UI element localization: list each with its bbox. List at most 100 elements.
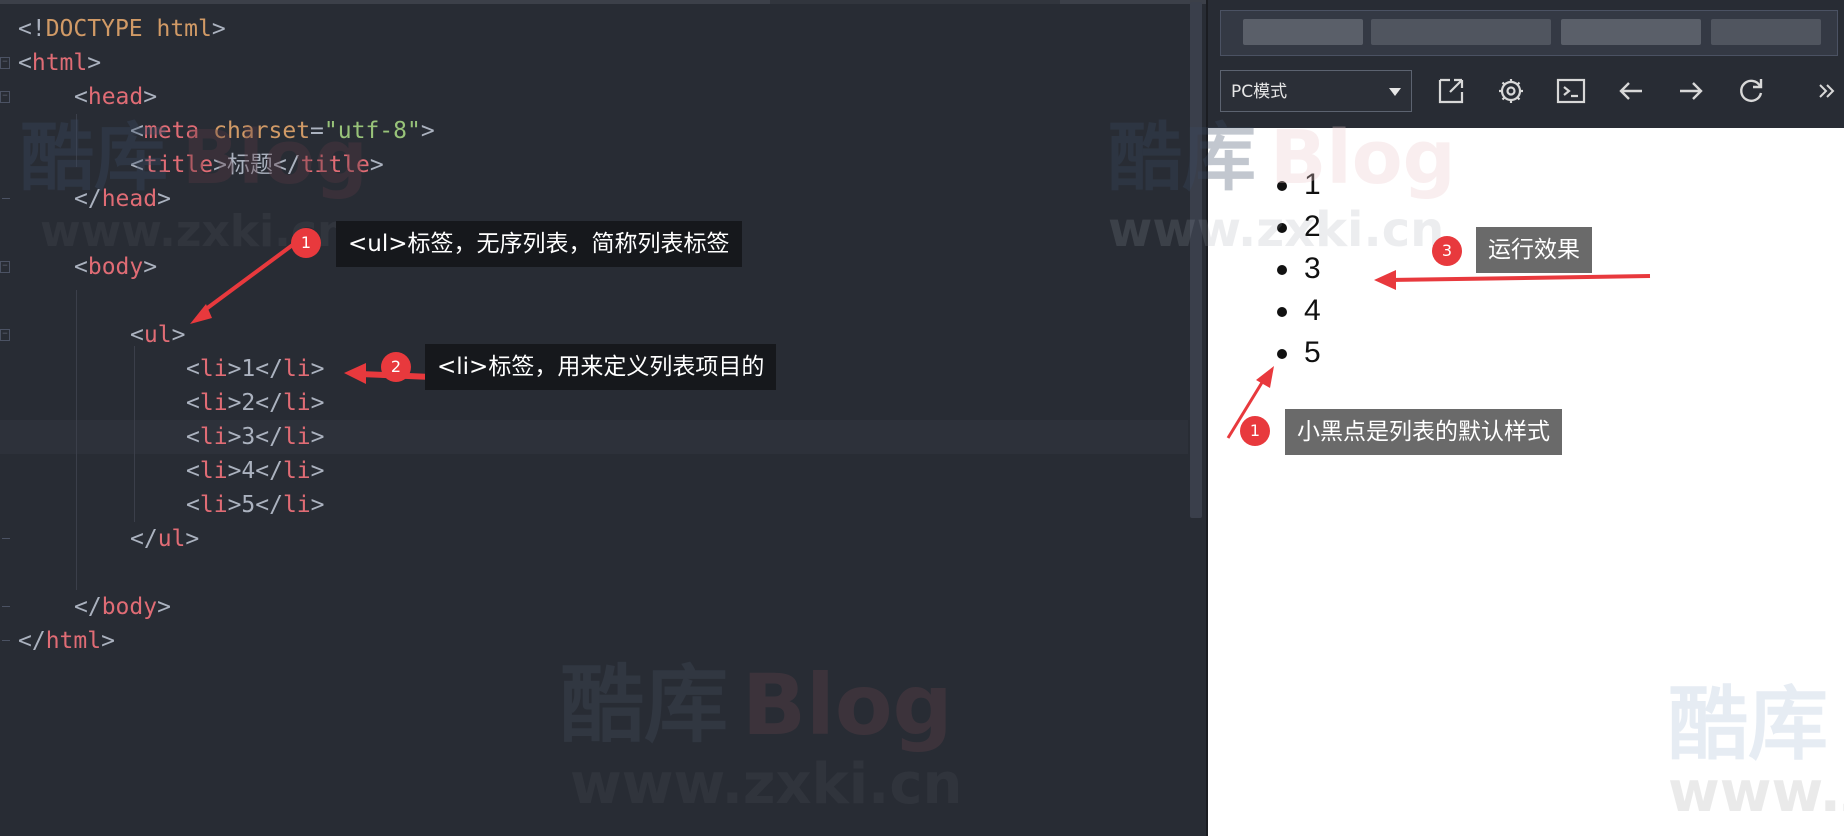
code-token: "utf-8" bbox=[323, 118, 421, 144]
code-token: li bbox=[282, 424, 311, 450]
code-token: = bbox=[310, 118, 324, 144]
code-token: >2</ bbox=[227, 390, 283, 416]
code-line[interactable]: <meta charset="utf-8"> bbox=[0, 114, 1188, 148]
code-line[interactable]: − <head> bbox=[0, 80, 1188, 114]
code-line[interactable]: <li>3</li> bbox=[0, 420, 1188, 454]
code-token: < bbox=[74, 254, 88, 280]
code-token: body bbox=[101, 594, 158, 620]
chevron-down-icon bbox=[1389, 88, 1401, 96]
fold-toggle-icon[interactable]: − bbox=[0, 329, 10, 341]
code-text: <meta charset="utf-8"> bbox=[130, 114, 435, 148]
annotation-badge-3: 3 bbox=[1432, 236, 1462, 266]
expand-icon[interactable] bbox=[1436, 76, 1466, 106]
code-token: head bbox=[101, 186, 158, 212]
code-token: < bbox=[186, 424, 200, 450]
code-token: > bbox=[310, 492, 325, 518]
code-token: >标题</ bbox=[213, 152, 301, 178]
code-token: > bbox=[101, 628, 115, 654]
code-editor[interactable]: <!DOCTYPE html> − <html> − <head> <meta chars… bbox=[0, 0, 1206, 836]
fold-end-marker bbox=[2, 538, 10, 539]
preview-toolbar: PC模式 bbox=[1208, 0, 1844, 128]
code-token: body bbox=[87, 254, 144, 280]
code-token: < bbox=[130, 152, 144, 178]
fold-toggle-icon[interactable]: − bbox=[0, 57, 10, 69]
code-token: </ bbox=[18, 628, 46, 654]
code-token: > bbox=[171, 322, 186, 348]
code-text: <!DOCTYPE html> bbox=[18, 12, 226, 46]
code-token: > bbox=[157, 186, 171, 212]
list-item-text: 5 bbox=[1304, 336, 1321, 369]
fold-toggle-icon[interactable]: − bbox=[0, 261, 10, 273]
forward-arrow-icon[interactable] bbox=[1676, 76, 1706, 106]
bullet-dot bbox=[1277, 265, 1287, 275]
code-token: ul bbox=[143, 322, 172, 348]
code-line[interactable]: </ul> bbox=[0, 522, 1188, 556]
code-text: </head> bbox=[74, 182, 171, 216]
fold-end-marker bbox=[2, 606, 10, 607]
code-line[interactable]: <li>4</li> bbox=[0, 454, 1188, 488]
code-token: li bbox=[199, 492, 228, 518]
code-token: li bbox=[199, 458, 228, 484]
code-token: </ bbox=[130, 526, 158, 552]
code-line[interactable]: <li>5</li> bbox=[0, 488, 1188, 522]
code-token: meta bbox=[143, 118, 200, 144]
code-line[interactable]: </body> bbox=[0, 590, 1188, 624]
code-token: > bbox=[87, 50, 102, 76]
more-chevron-icon[interactable] bbox=[1816, 76, 1838, 106]
back-arrow-icon[interactable] bbox=[1616, 76, 1646, 106]
fold-end-marker bbox=[2, 198, 10, 199]
code-line[interactable] bbox=[0, 284, 1188, 318]
code-text: <li>3</li> bbox=[186, 420, 325, 454]
code-line[interactable]: <li>2</li> bbox=[0, 386, 1188, 420]
bullet-dot bbox=[1277, 307, 1287, 317]
code-line[interactable]: − <html> bbox=[0, 46, 1188, 80]
code-token: html bbox=[45, 628, 102, 654]
code-token: </ bbox=[74, 186, 102, 212]
fold-toggle-icon[interactable]: − bbox=[0, 91, 10, 103]
code-token: li bbox=[282, 458, 311, 484]
code-line[interactable]: </html> bbox=[0, 624, 1188, 658]
code-text: <ul> bbox=[130, 318, 185, 352]
editor-tab-strip bbox=[0, 0, 1206, 4]
url-bar[interactable] bbox=[1220, 10, 1838, 56]
code-token: > bbox=[369, 152, 384, 178]
code-line[interactable]: </head> bbox=[0, 182, 1188, 216]
annotation-callout-result: 运行效果 bbox=[1476, 227, 1592, 273]
code-token: >1</ bbox=[227, 356, 283, 382]
code-text: <li>2</li> bbox=[186, 386, 325, 420]
code-token: li bbox=[199, 390, 228, 416]
code-token: > bbox=[310, 424, 325, 450]
mode-select[interactable]: PC模式 bbox=[1220, 70, 1412, 112]
code-token: <! bbox=[18, 16, 46, 42]
annotation-badge-1: 1 bbox=[291, 228, 321, 258]
code-text: </ul> bbox=[130, 522, 199, 556]
list-item-text: 2 bbox=[1304, 210, 1321, 243]
code-token: < bbox=[186, 356, 200, 382]
settings-icon[interactable] bbox=[1496, 76, 1526, 106]
code-token: li bbox=[282, 492, 311, 518]
code-text: </html> bbox=[18, 624, 115, 658]
code-text: <li>4</li> bbox=[186, 454, 325, 488]
annotation-callout-li: <li>标签，用来定义列表项目的 bbox=[425, 344, 777, 390]
bullet-dot bbox=[1277, 349, 1287, 359]
indent-guide bbox=[76, 114, 77, 167]
code-token: < bbox=[186, 458, 200, 484]
code-token: title bbox=[143, 152, 214, 178]
fold-end-marker bbox=[2, 640, 10, 641]
code-token: > bbox=[211, 16, 226, 42]
code-token: < bbox=[130, 322, 144, 348]
editor-scrollbar[interactable] bbox=[1190, 2, 1202, 518]
code-text: </body> bbox=[74, 590, 171, 624]
code-line[interactable]: <title>标题</title> bbox=[0, 148, 1188, 182]
code-token: > bbox=[157, 594, 171, 620]
list-item-text: 3 bbox=[1304, 252, 1321, 285]
indent-guide bbox=[134, 346, 135, 522]
code-line[interactable]: <!DOCTYPE html> bbox=[0, 12, 1188, 46]
refresh-icon[interactable] bbox=[1736, 76, 1766, 106]
console-icon[interactable] bbox=[1556, 76, 1586, 106]
code-line[interactable] bbox=[0, 556, 1188, 590]
code-token: DOCTYPE html bbox=[45, 16, 212, 42]
code-area[interactable]: <!DOCTYPE html> − <html> − <head> <meta chars… bbox=[0, 12, 1188, 658]
code-token: > bbox=[310, 458, 325, 484]
